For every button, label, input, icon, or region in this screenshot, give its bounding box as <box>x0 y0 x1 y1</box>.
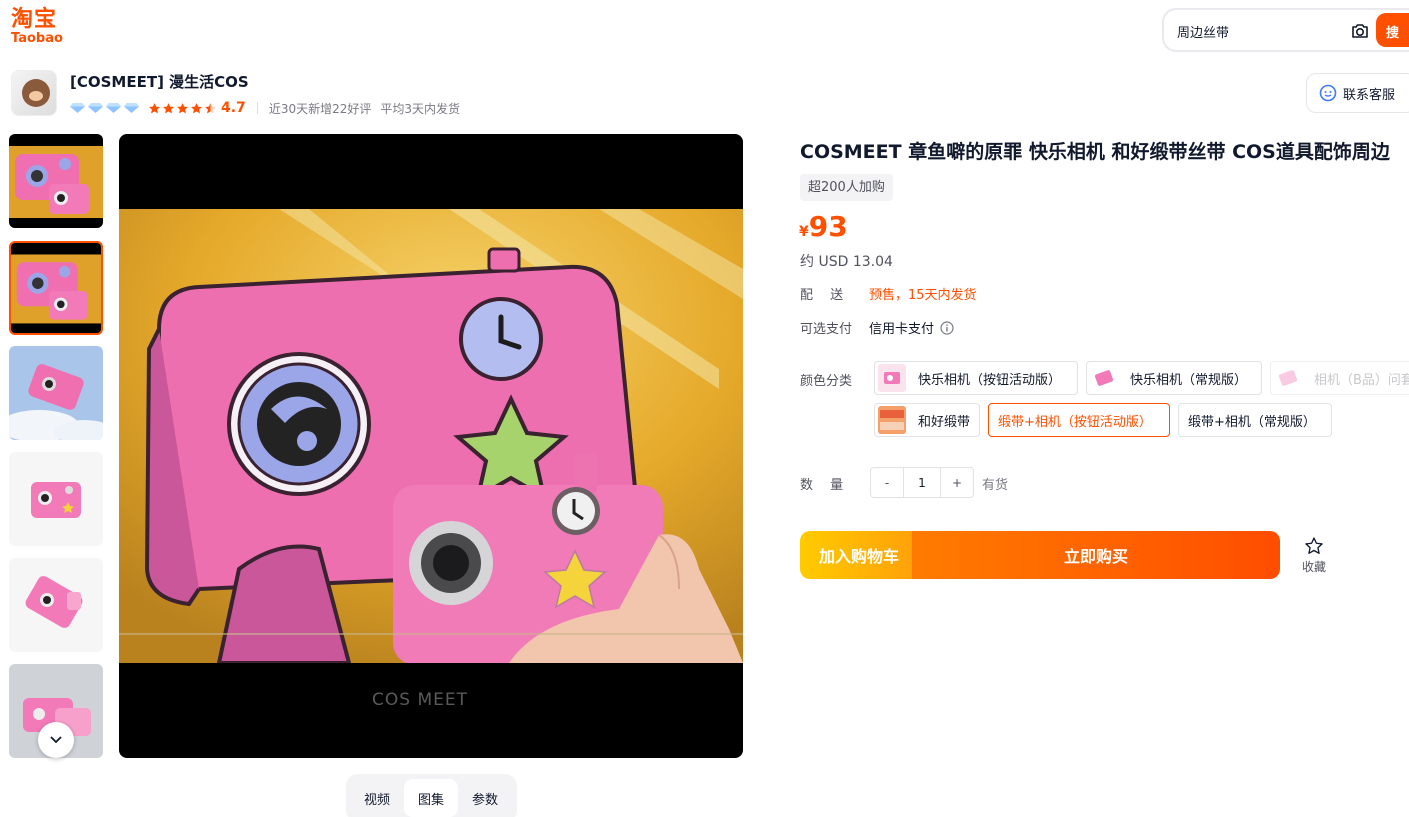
diamond-icon <box>124 103 139 113</box>
quantity-input[interactable]: 1 <box>903 468 941 497</box>
price: ¥93 <box>799 210 848 243</box>
tab-video[interactable]: 视频 <box>350 779 404 817</box>
option-swatch <box>878 364 906 392</box>
buyers-badge: 超200人加购 <box>800 174 893 201</box>
payment-label: 可选支付 <box>800 322 853 337</box>
usd-price: 约 USD 13.04 <box>800 254 893 270</box>
logo-text-cn: 淘宝 <box>11 7 58 32</box>
tab-params[interactable]: 参数 <box>458 779 512 817</box>
star-outline-icon <box>1305 537 1323 554</box>
color-label: 颜色分类 <box>800 374 853 389</box>
store-meta: 4.7 近30天新增22好评 平均3天内发货 <box>70 99 460 117</box>
store-avatar[interactable] <box>11 70 57 116</box>
contact-service-button[interactable]: 联系客服 <box>1306 73 1409 113</box>
option-label: 快乐相机（按钮活动版） <box>918 372 1062 388</box>
search-input[interactable]: 周边丝带 <box>1177 22 1229 41</box>
star-icon <box>163 102 174 113</box>
main-product-image[interactable]: COS MEET <box>119 134 743 758</box>
stock-status: 有货 <box>982 478 1009 493</box>
product-photo <box>119 209 743 663</box>
store-name[interactable]: [COSMEET] 漫生活COS <box>70 71 249 92</box>
diamond-icon <box>88 103 103 113</box>
gallery-thumbnail[interactable] <box>9 134 103 228</box>
info-icon[interactable] <box>940 320 954 335</box>
customer-service-icon <box>1319 84 1337 102</box>
contact-service-label: 联系客服 <box>1343 87 1396 103</box>
product-title: COSMEET 章鱼噼的原罪 快乐相机 和好缎带丝带 COS道具配饰周边 <box>800 141 1390 163</box>
store-rating: 4.7 <box>221 100 246 116</box>
option-swatch <box>878 406 906 434</box>
thumbnail-scroll-down-button[interactable] <box>38 722 74 758</box>
option-label: 和好缎带 <box>918 414 971 430</box>
camera-search-icon[interactable] <box>1350 21 1370 41</box>
logo-text-en: Taobao <box>11 31 63 46</box>
search-button[interactable]: 搜 <box>1376 13 1409 47</box>
option-label: 缎带+相机（按钮活动版） <box>998 414 1152 430</box>
buy-now-button[interactable]: 立即购买 <box>912 531 1280 579</box>
favorite-label: 收藏 <box>1301 560 1326 574</box>
gallery-thumbnail[interactable] <box>9 452 103 546</box>
price-value: 93 <box>808 210 848 243</box>
quantity-increment-button[interactable]: + <box>941 468 973 497</box>
recent-reviews: 近30天新增22好评 <box>268 101 372 116</box>
option-label: 相机（B品）问套 <box>1314 372 1409 388</box>
image-watermark: COS MEET <box>372 690 468 710</box>
half-star-icon <box>205 102 216 113</box>
delivery-label: 配 送 <box>800 288 844 303</box>
chevron-down-icon <box>50 736 62 744</box>
star-icon <box>177 102 188 113</box>
add-to-cart-button[interactable]: 加入购物车 <box>800 531 918 579</box>
option-happy-camera-button-ver[interactable]: 快乐相机（按钮活动版） <box>874 361 1078 395</box>
rating-stars <box>148 102 218 115</box>
payment-value: 信用卡支付 <box>869 318 954 337</box>
option-camera-b-grade[interactable]: 相机（B品）问套 <box>1270 361 1409 395</box>
option-label: 缎带+相机（常规版） <box>1188 414 1316 430</box>
payment-method: 信用卡支付 <box>869 322 935 337</box>
option-happy-camera-regular[interactable]: 快乐相机（常规版） <box>1086 361 1262 395</box>
quantity-stepper: - 1 + <box>870 467 974 498</box>
option-label: 快乐相机（常规版） <box>1130 372 1248 388</box>
taobao-logo[interactable]: 淘宝 Taobao <box>11 8 75 52</box>
delivery-value: 预售，15天内发货 <box>869 288 977 303</box>
option-ribbon-camera-button-ver[interactable]: 缎带+相机（按钮活动版） <box>988 403 1170 437</box>
favorite-button[interactable]: 收藏 <box>1296 536 1332 575</box>
option-ribbon-camera-regular[interactable]: 缎带+相机（常规版） <box>1178 403 1332 437</box>
star-icon <box>149 102 160 113</box>
gallery-thumbnail-active[interactable] <box>9 241 103 335</box>
option-swatch <box>1090 364 1118 392</box>
price-currency: ¥ <box>799 224 809 240</box>
option-ribbon[interactable]: 和好缎带 <box>874 403 980 437</box>
star-icon <box>191 102 202 113</box>
media-tabs: 视频 图集 参数 <box>346 774 517 817</box>
avg-ship-time: 平均3天内发货 <box>380 101 460 116</box>
search-bar[interactable]: 周边丝带 搜 <box>1162 8 1409 52</box>
diamond-icon <box>106 103 121 113</box>
diamond-icon <box>70 103 85 113</box>
option-swatch <box>1274 364 1302 392</box>
quantity-label: 数 量 <box>800 478 844 493</box>
quantity-decrement-button[interactable]: - <box>871 468 903 497</box>
gallery-thumbnail[interactable] <box>9 346 103 440</box>
tab-gallery[interactable]: 图集 <box>404 779 458 817</box>
gallery-thumbnail[interactable] <box>9 558 103 652</box>
